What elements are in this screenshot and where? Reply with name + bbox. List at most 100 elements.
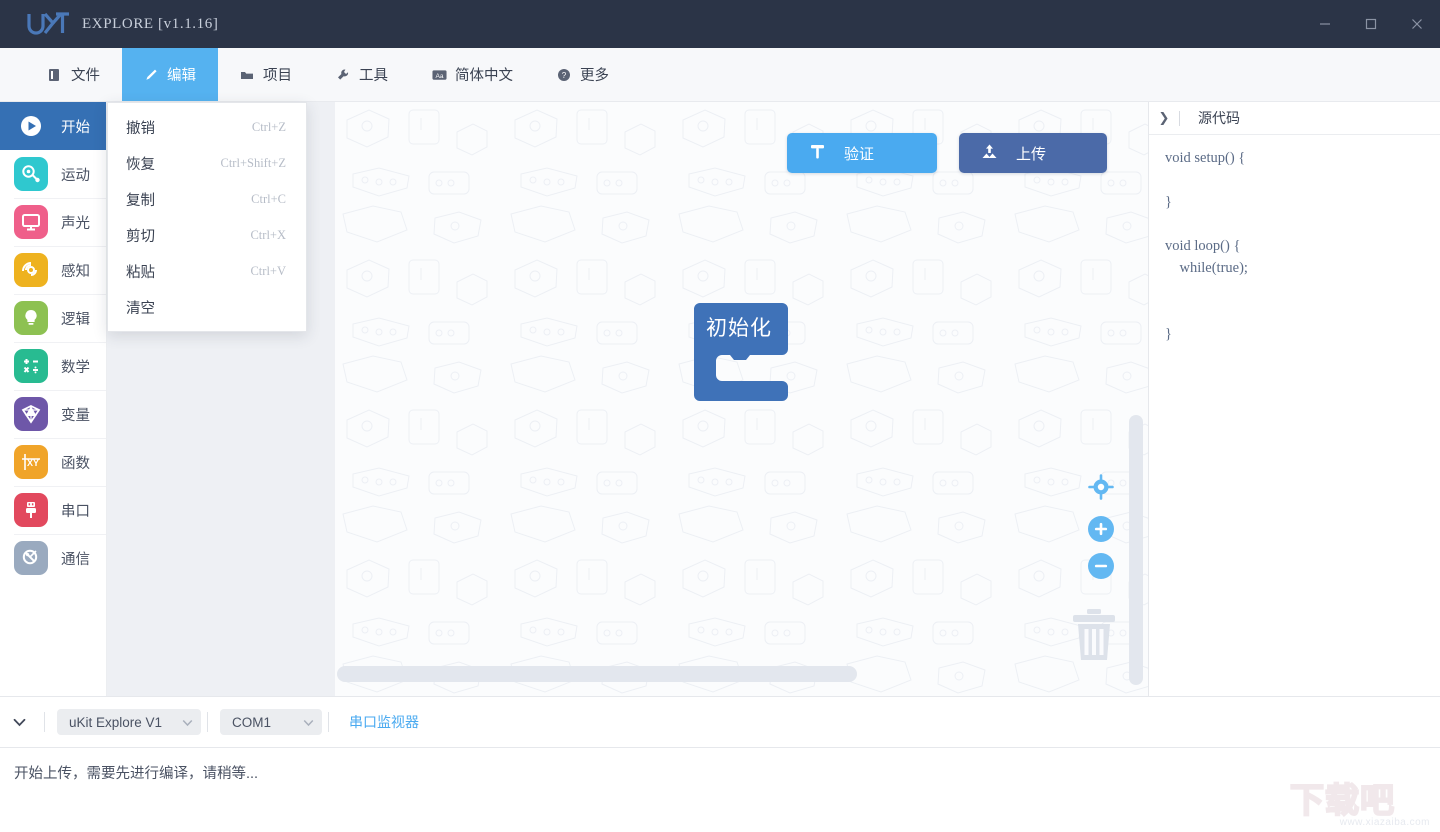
- maximize-button[interactable]: [1348, 0, 1394, 48]
- folder-icon: [240, 69, 255, 81]
- upload-button-label: 上传: [1016, 145, 1047, 163]
- center-view-button[interactable]: [1088, 474, 1114, 500]
- window-controls: [1302, 0, 1440, 48]
- trash-can-button[interactable]: [1070, 608, 1118, 667]
- menu-item-project[interactable]: 项目: [218, 48, 314, 101]
- ukit-logo-icon: [26, 11, 72, 37]
- upload-button[interactable]: 上传: [959, 133, 1107, 173]
- chevron-right-icon[interactable]: ❯: [1149, 110, 1179, 126]
- code-line: }: [1165, 194, 1172, 210]
- menu-option-paste-label: 粘贴: [126, 264, 155, 281]
- menu-option-cut-shortcut: Ctrl+X: [250, 227, 286, 242]
- language-icon: Aa: [432, 69, 447, 81]
- category-sidebar: 开始 运动 声光 感知 逻辑 数学 变量 XY 函数 串口 通信: [0, 102, 107, 696]
- init-block[interactable]: 初始化: [688, 303, 796, 408]
- sidebar-item-communication[interactable]: 通信: [0, 534, 106, 582]
- console-message: 开始上传，需要先进行编译，请稍等...: [14, 766, 259, 782]
- edit-pen-icon: [144, 68, 159, 82]
- menu-item-file[interactable]: 文件: [26, 48, 122, 101]
- action-buttons: 验证 上传: [787, 133, 1107, 173]
- watermark-text: 下载吧: [1289, 782, 1395, 820]
- sidebar-label-math: 数学: [61, 359, 90, 376]
- menu-label-language: 简体中文: [455, 68, 513, 84]
- menu-option-copy[interactable]: 复制 Ctrl+C: [108, 181, 306, 217]
- serial-monitor-link[interactable]: 串口监视器: [349, 712, 419, 732]
- code-line: void setup() {: [1165, 150, 1246, 166]
- sidebar-item-sensing[interactable]: 感知: [0, 246, 106, 294]
- menu-option-copy-label: 复制: [126, 192, 155, 209]
- menu-label-file: 文件: [71, 68, 100, 84]
- menu-item-edit[interactable]: 编辑: [122, 48, 218, 101]
- device-select[interactable]: uKit Explore V1: [57, 709, 201, 735]
- wrench-icon: [336, 68, 351, 82]
- sensor-wave-icon: [14, 253, 48, 287]
- zoom-out-button[interactable]: [1088, 553, 1114, 579]
- sidebar-item-variable[interactable]: 变量: [0, 390, 106, 438]
- sidebar-label-logic: 逻辑: [61, 311, 90, 328]
- menu-label-more: 更多: [580, 68, 609, 84]
- menu-option-cut-label: 剪切: [126, 228, 155, 245]
- sidebar-item-start[interactable]: 开始: [0, 102, 106, 150]
- menu-option-undo-label: 撤销: [126, 120, 155, 137]
- menu-option-redo[interactable]: 恢复 Ctrl+Shift+Z: [108, 145, 306, 181]
- menu-label-edit: 编辑: [167, 68, 196, 84]
- sidebar-item-serial[interactable]: 串口: [0, 486, 106, 534]
- source-code-body[interactable]: void setup() { } void loop() { while(tru…: [1149, 135, 1440, 345]
- sidebar-label-start: 开始: [61, 119, 90, 136]
- help-circle-icon: ?: [557, 68, 572, 82]
- canvas-horizontal-scrollbar[interactable]: [337, 666, 857, 682]
- port-select-value: COM1: [232, 714, 272, 730]
- math-ops-icon: [14, 349, 48, 383]
- menu-option-copy-shortcut: Ctrl+C: [251, 191, 286, 206]
- code-line: while(true);: [1165, 260, 1248, 276]
- sidebar-label-sensing: 感知: [61, 263, 90, 280]
- application-window: EXPLORE [v1.1.16] 文件 编辑 项目 工具 Aa 简体中文 ? …: [0, 0, 1440, 832]
- port-select[interactable]: COM1: [220, 709, 322, 735]
- menu-option-undo[interactable]: 撤销 Ctrl+Z: [108, 109, 306, 145]
- upload-arrow-icon: [981, 143, 998, 164]
- menu-label-project: 项目: [263, 68, 292, 84]
- zoom-out-icon: [1088, 553, 1114, 579]
- zoom-in-button[interactable]: [1088, 516, 1114, 542]
- menu-bar: 文件 编辑 项目 工具 Aa 简体中文 ? 更多: [0, 48, 1440, 102]
- menu-option-redo-shortcut: Ctrl+Shift+Z: [220, 155, 287, 170]
- function-xy-icon: XY: [14, 445, 48, 479]
- sidebar-item-motion[interactable]: 运动: [0, 150, 106, 198]
- edit-dropdown-menu: 撤销 Ctrl+Z 恢复 Ctrl+Shift+Z 复制 Ctrl+C 剪切 C…: [107, 102, 307, 332]
- workspace-canvas[interactable]: 验证 上传 初始化: [335, 102, 1148, 696]
- menu-item-language[interactable]: Aa 简体中文: [410, 48, 535, 101]
- header-divider: [1179, 110, 1180, 126]
- menu-option-cut[interactable]: 剪切 Ctrl+X: [108, 217, 306, 253]
- sidebar-item-logic[interactable]: 逻辑: [0, 294, 106, 342]
- source-code-header: ❯ 源代码: [1149, 102, 1440, 135]
- sidebar-label-serial: 串口: [61, 503, 90, 520]
- chevron-down-icon: [303, 715, 314, 730]
- sidebar-item-math[interactable]: 数学: [0, 342, 106, 390]
- sidebar-label-communication: 通信: [61, 551, 90, 568]
- minimize-button[interactable]: [1302, 0, 1348, 48]
- menu-option-paste-shortcut: Ctrl+V: [250, 263, 286, 278]
- trash-icon: [1073, 609, 1115, 660]
- play-circle-icon: [14, 109, 48, 143]
- chevron-down-icon[interactable]: [0, 718, 38, 727]
- close-button[interactable]: [1394, 0, 1440, 48]
- site-watermark: 下载吧 www.xiazaiba.com: [1288, 780, 1436, 830]
- menu-option-clear[interactable]: 清空: [108, 289, 306, 325]
- sidebar-item-function[interactable]: XY 函数: [0, 438, 106, 486]
- motion-icon: [14, 157, 48, 191]
- zoom-in-icon: [1088, 516, 1114, 542]
- canvas-vertical-scrollbar[interactable]: [1129, 415, 1143, 685]
- sidebar-item-sound-light[interactable]: 声光: [0, 198, 106, 246]
- verify-button[interactable]: 验证: [787, 133, 937, 173]
- toolbar-divider: [44, 712, 45, 732]
- menu-option-clear-label: 清空: [126, 300, 155, 317]
- svg-text:XY: XY: [27, 458, 39, 468]
- console-area: 开始上传，需要先进行编译，请稍等... 下载吧 www.xiazaiba.com: [0, 748, 1440, 832]
- hammer-icon: [809, 143, 826, 164]
- menu-option-paste[interactable]: 粘贴 Ctrl+V: [108, 253, 306, 289]
- menu-item-tools[interactable]: 工具: [314, 48, 410, 101]
- menu-item-more[interactable]: ? 更多: [535, 48, 631, 101]
- init-block-label: 初始化: [706, 317, 772, 340]
- sidebar-label-sound-light: 声光: [61, 215, 90, 232]
- menu-option-undo-shortcut: Ctrl+Z: [251, 119, 286, 134]
